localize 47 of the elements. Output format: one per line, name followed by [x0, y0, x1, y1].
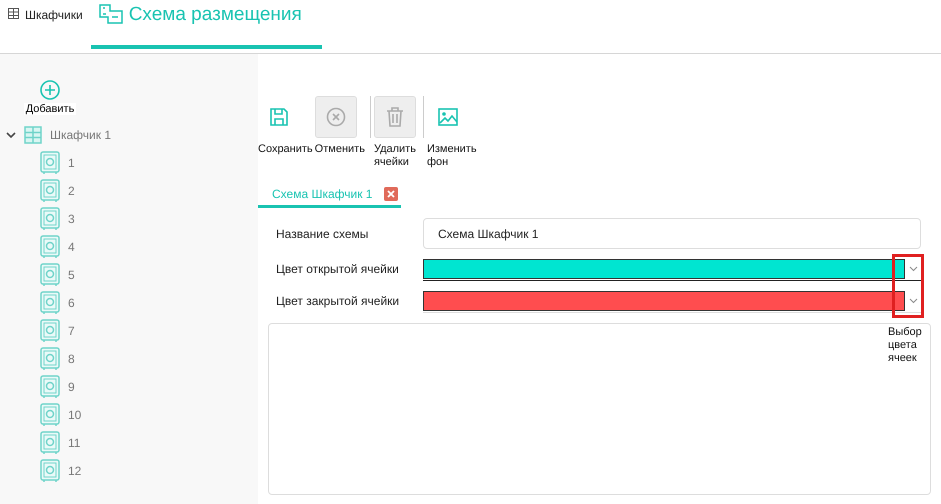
tree-item[interactable]: 9	[40, 373, 75, 401]
field-label: Название схемы	[276, 226, 370, 240]
tree-item[interactable]: 1	[40, 149, 75, 177]
safe-icon	[40, 347, 60, 371]
safe-icon	[40, 459, 60, 483]
image-icon	[438, 108, 458, 126]
scheme-name-field[interactable]: Схема Шкафчик 1	[423, 218, 921, 249]
tree-item[interactable]: 8	[40, 345, 75, 373]
floor-plan-icon	[98, 4, 123, 24]
tree-item[interactable]: 6	[40, 289, 75, 317]
safe-icon	[40, 291, 60, 315]
safe-icon	[40, 431, 60, 455]
tree-item[interactable]: Шкафчик 1	[6, 121, 112, 149]
tree-item[interactable]: 5	[40, 261, 75, 289]
nav-tab[interactable]: Схема размещения	[90, 0, 322, 49]
safe-icon	[40, 403, 60, 427]
safe-icon	[40, 235, 60, 259]
chevron-icon	[908, 298, 918, 304]
cabinet-icon	[24, 126, 42, 144]
tree-item[interactable]: 7	[40, 317, 75, 345]
tree-item[interactable]: 11	[40, 429, 80, 457]
field-label: Цвет закрытой ячейки	[276, 294, 400, 308]
safe-icon	[40, 207, 60, 231]
tree-item[interactable]: 2	[40, 177, 75, 205]
nav-tab[interactable]: Шкафчики	[8, 0, 91, 49]
toolbar-button[interactable]: Изменить фон	[426, 96, 479, 169]
tree-item[interactable]: 4	[40, 233, 75, 261]
toolbar-button[interactable]: Сохранить	[258, 96, 315, 156]
safe-icon	[40, 179, 60, 203]
plus-icon	[40, 80, 60, 100]
tree-item[interactable]: 10	[40, 401, 82, 429]
tree-item[interactable]: 3	[40, 205, 75, 233]
chevron-icon	[908, 266, 918, 272]
add-button[interactable]: Добавить	[20, 80, 80, 115]
close-icon	[384, 186, 398, 200]
grid-icon	[8, 8, 19, 19]
color-picker[interactable]	[423, 257, 921, 281]
trash-icon	[386, 107, 404, 127]
safe-icon	[40, 319, 60, 343]
safe-icon	[40, 375, 60, 399]
close-icon	[326, 107, 346, 127]
safe-icon	[40, 263, 60, 287]
field-label: Цвет открытой ячейки	[276, 262, 400, 276]
tree-item[interactable]: 12	[40, 457, 82, 485]
save-icon	[269, 107, 289, 127]
safe-icon	[40, 151, 60, 175]
highlight-frame	[892, 254, 924, 318]
